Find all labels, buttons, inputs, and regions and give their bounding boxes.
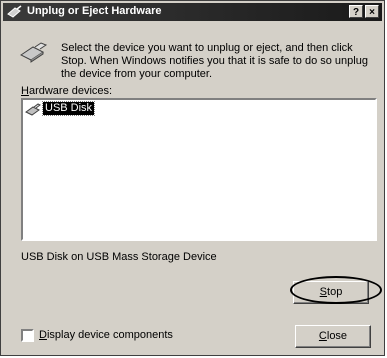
close-access-key: C bbox=[318, 330, 327, 342]
stop-button[interactable]: Stop bbox=[293, 281, 369, 304]
display-components-label[interactable]: Display device components bbox=[39, 329, 173, 341]
device-description: USB Disk on USB Mass Storage Device bbox=[21, 251, 217, 263]
hardware-devices-list[interactable]: USB Disk bbox=[21, 98, 377, 241]
hardware-label-access-key: H bbox=[21, 85, 29, 97]
usb-drive-icon bbox=[25, 103, 41, 116]
help-button[interactable]: ? bbox=[349, 5, 363, 18]
unplug-hardware-icon bbox=[20, 42, 48, 63]
device-item-label: USB Disk bbox=[41, 101, 96, 116]
hardware-devices-label: Hardware devices: bbox=[21, 85, 112, 97]
display-components-checkbox[interactable] bbox=[21, 329, 34, 342]
stop-label: top bbox=[327, 286, 343, 298]
close-button[interactable]: Close bbox=[295, 325, 371, 348]
display-access-key: D bbox=[39, 329, 47, 341]
close-window-button[interactable]: × bbox=[365, 5, 379, 18]
stop-access-key: S bbox=[319, 286, 328, 298]
title-bar[interactable]: Unplug or Eject Hardware ? × bbox=[3, 3, 382, 21]
unplug-hardware-icon bbox=[7, 5, 22, 18]
instructions-text: Select the device you want to unplug or … bbox=[61, 42, 368, 80]
display-components-text: isplay device components bbox=[46, 329, 173, 341]
hardware-label-text: ardware devices: bbox=[28, 85, 113, 97]
unplug-eject-dialog: Unplug or Eject Hardware ? × Select the … bbox=[0, 0, 385, 356]
close-label: lose bbox=[326, 330, 348, 342]
window-title: Unplug or Eject Hardware bbox=[27, 5, 162, 17]
